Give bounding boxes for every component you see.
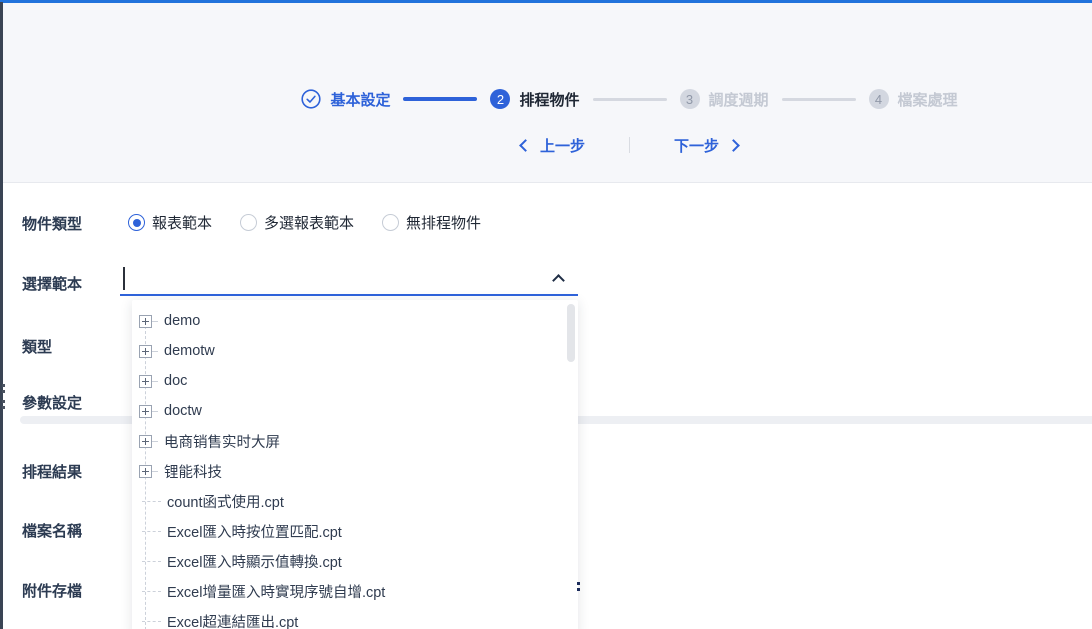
- tree-item-label: 电商销售实时大屏: [164, 434, 280, 451]
- tree-stub: [152, 320, 158, 322]
- expand-plus-icon[interactable]: [139, 314, 152, 328]
- param-settings-label: 參數設定: [22, 395, 83, 412]
- object-type-radio-group: 報表範本 多選報表範本 無排程物件: [128, 212, 509, 233]
- app-frame: 基本設定 2 排程物件 3 調度週期 4 檔案處理 上一步 下一步 物件類型 選…: [0, 0, 1092, 629]
- tree-item-label: 锂能科技: [164, 464, 222, 481]
- step-connector: [592, 97, 667, 101]
- expand-plus-icon[interactable]: [139, 344, 152, 358]
- chevron-left-icon: [519, 138, 532, 152]
- scrollbar-thumb[interactable]: [567, 304, 575, 362]
- step-label: 排程物件: [519, 91, 580, 109]
- type-label: 類型: [22, 339, 53, 356]
- top-accent-bar: [0, 0, 1092, 3]
- radio-multi-report-template[interactable]: 多選報表範本: [240, 212, 354, 233]
- step-number-badge: 4: [868, 89, 889, 109]
- check-circle-icon: [301, 89, 322, 109]
- step-label: 檔案處理: [897, 91, 958, 109]
- radio-no-schedule-object[interactable]: 無排程物件: [382, 212, 481, 233]
- step-basic-settings[interactable]: 基本設定: [301, 89, 390, 110]
- tree-stub: [152, 470, 158, 472]
- tree-item-folder[interactable]: 电商销售实时大屏: [132, 426, 578, 456]
- expand-plus-icon[interactable]: [139, 404, 152, 418]
- tree-item-folder[interactable]: 锂能科技: [132, 456, 578, 486]
- step-dispatch-cycle[interactable]: 3 調度週期: [679, 89, 769, 110]
- radio-selected-icon: [128, 214, 145, 231]
- radio-unselected-icon: [382, 214, 400, 231]
- tree-item-file[interactable]: Excel增量匯入時實現序號自增.cpt: [132, 576, 578, 606]
- tree-item-label: demo: [164, 313, 201, 329]
- left-edge-bar: [0, 2, 3, 629]
- tree-item-folder[interactable]: doctw: [132, 396, 578, 426]
- step-connector: [781, 97, 856, 101]
- step-label: 基本設定: [330, 91, 391, 109]
- step-label: 調度週期: [708, 91, 769, 109]
- tree-item-folder[interactable]: doc: [132, 366, 578, 396]
- tree-stub: [142, 590, 161, 592]
- nav-divider: [629, 137, 630, 153]
- step-number-badge: 2: [490, 89, 511, 109]
- prev-step-button[interactable]: 上一步: [519, 135, 585, 156]
- text-caret: [123, 267, 125, 290]
- tree-item-folder[interactable]: demotw: [132, 336, 578, 366]
- step-number-badge: 3: [679, 89, 700, 109]
- tree-item-file[interactable]: count函式使用.cpt: [132, 486, 578, 516]
- tree-item-file[interactable]: Excel匯入時按位置匹配.cpt: [132, 516, 578, 546]
- next-step-button[interactable]: 下一步: [674, 135, 740, 156]
- tree-item-label: doc: [164, 373, 188, 389]
- tree-item-file[interactable]: Excel匯入時顯示值轉換.cpt: [132, 546, 578, 576]
- radio-label: 報表範本: [152, 215, 213, 232]
- resize-dots: [577, 582, 580, 594]
- radio-label: 多選報表範本: [264, 215, 355, 232]
- tree-item-label: doctw: [164, 403, 202, 419]
- wizard-header: 基本設定 2 排程物件 3 調度週期 4 檔案處理 上一步 下一步: [3, 3, 1092, 183]
- tree-item-folder[interactable]: demo: [132, 306, 578, 336]
- radio-label: 無排程物件: [406, 215, 482, 232]
- chevron-right-icon: [727, 138, 740, 152]
- expand-plus-icon[interactable]: [139, 434, 152, 448]
- tree-item-label: demotw: [164, 343, 215, 359]
- template-tree-list: demo demotw doc doctw 电商销售实时大屏 锂能科技 coun…: [132, 300, 578, 629]
- template-select-input[interactable]: [120, 263, 578, 296]
- step-navigation: 上一步 下一步: [167, 132, 1092, 158]
- tree-stub: [142, 620, 161, 622]
- tree-item-label: Excel匯入時顯示值轉換.cpt: [167, 554, 342, 571]
- tree-item-label: Excel匯入時按位置匹配.cpt: [167, 524, 342, 541]
- step-file-processing[interactable]: 4 檔案處理: [868, 89, 958, 110]
- tree-item-label: count函式使用.cpt: [167, 494, 284, 511]
- expand-plus-icon[interactable]: [139, 464, 152, 478]
- step-connector: [403, 97, 478, 101]
- tree-item-file[interactable]: Excel超連結匯出.cpt: [132, 606, 578, 629]
- tree-item-label: Excel超連結匯出.cpt: [167, 614, 299, 629]
- chevron-up-icon[interactable]: [552, 274, 565, 287]
- radio-unselected-icon: [240, 214, 258, 231]
- template-dropdown-panel: demo demotw doc doctw 电商销售实时大屏 锂能科技 coun…: [132, 300, 578, 629]
- radio-report-template[interactable]: 報表範本: [128, 212, 212, 233]
- file-name-label: 檔案名稱: [22, 523, 83, 540]
- next-step-label: 下一步: [674, 137, 720, 155]
- step-schedule-object[interactable]: 2 排程物件: [490, 89, 580, 110]
- object-type-label: 物件類型: [22, 216, 83, 233]
- tree-stub: [152, 410, 158, 412]
- tree-item-label: Excel增量匯入時實現序號自增.cpt: [167, 584, 386, 601]
- tree-stub: [152, 380, 158, 382]
- wizard-stepper: 基本設定 2 排程物件 3 調度週期 4 檔案處理: [167, 87, 1092, 111]
- schedule-result-label: 排程結果: [22, 464, 83, 481]
- tree-stub: [142, 560, 161, 562]
- tree-stub: [142, 500, 161, 502]
- tree-stub: [142, 530, 161, 532]
- tree-stub: [152, 440, 158, 442]
- tree-stub: [152, 350, 158, 352]
- drag-handle-dots[interactable]: [2, 384, 5, 412]
- attachment-archive-label: 附件存檔: [22, 583, 83, 600]
- select-template-label: 選擇範本: [22, 276, 83, 293]
- prev-step-label: 上一步: [539, 137, 585, 155]
- expand-plus-icon[interactable]: [139, 374, 152, 388]
